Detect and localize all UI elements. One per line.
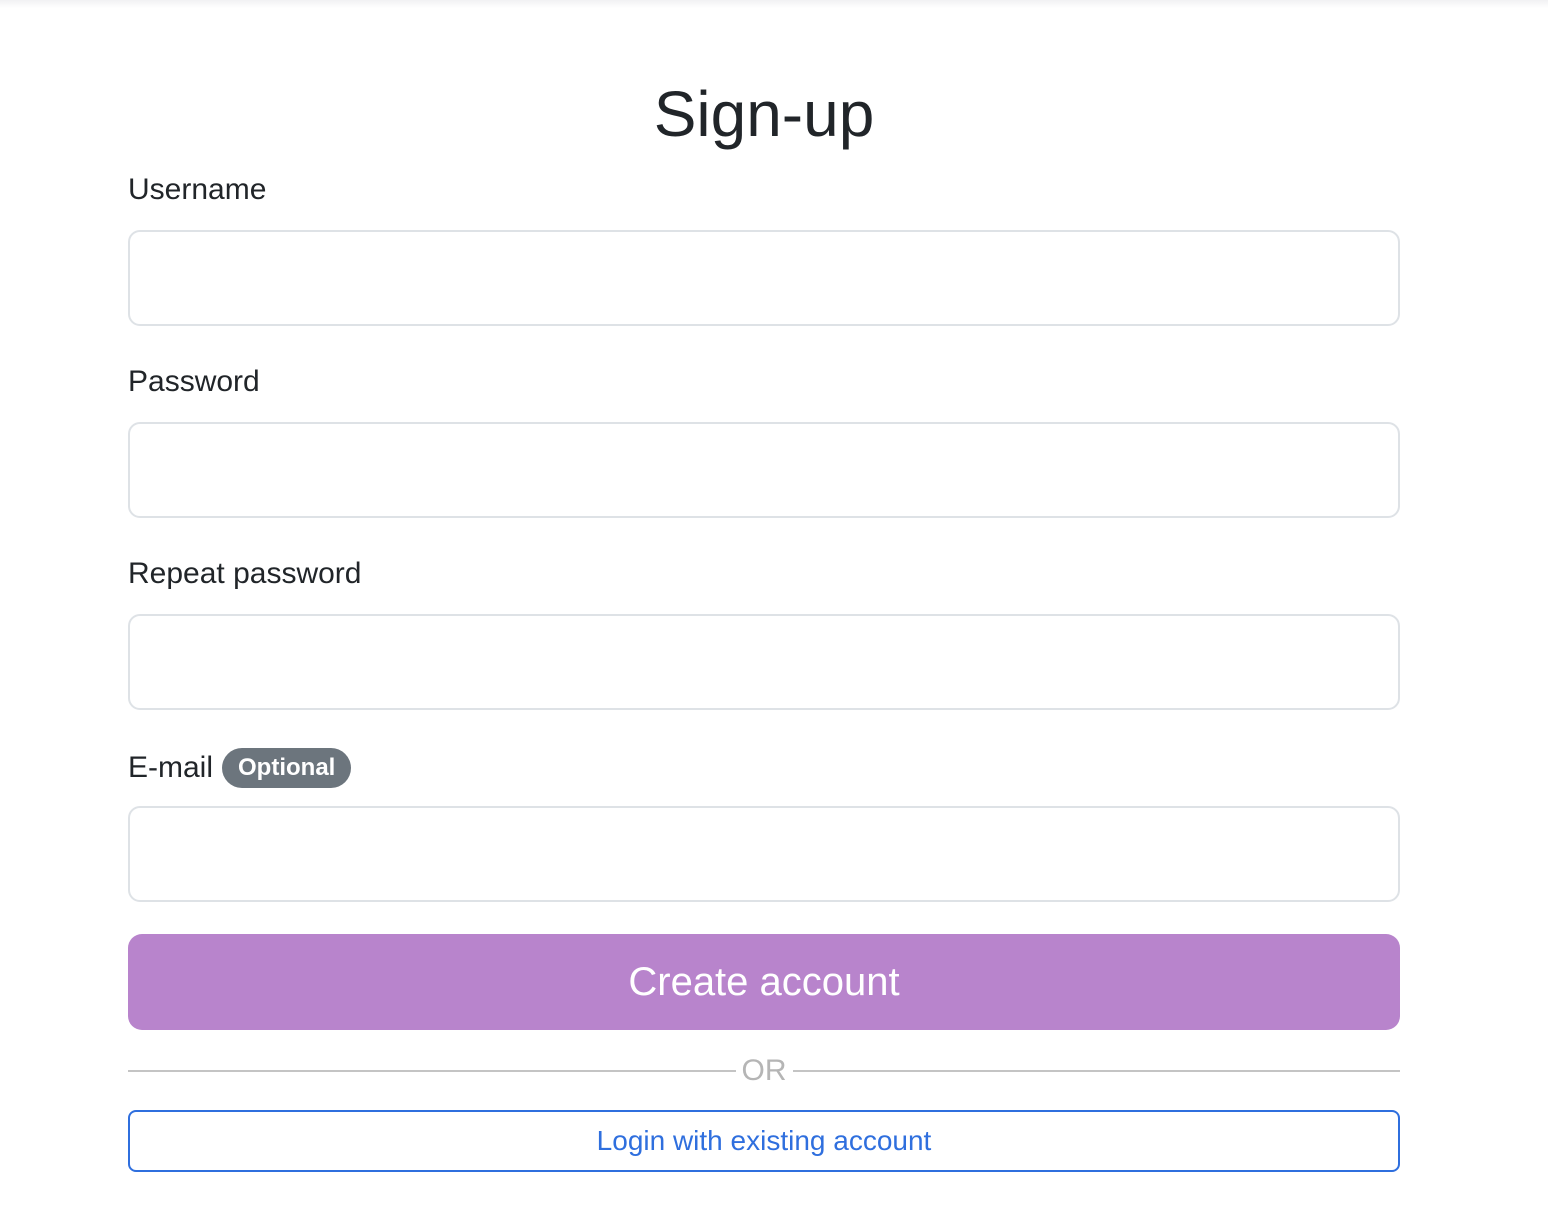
create-account-button[interactable]: Create account bbox=[128, 934, 1400, 1030]
repeat-password-label-text: Repeat password bbox=[128, 557, 362, 590]
divider-label: OR bbox=[741, 1054, 787, 1087]
email-input[interactable] bbox=[128, 806, 1400, 902]
optional-badge: Optional bbox=[222, 748, 352, 788]
repeat-password-label: Repeat password bbox=[128, 556, 361, 592]
username-input[interactable] bbox=[128, 230, 1400, 326]
divider-line-left bbox=[128, 1070, 736, 1072]
repeat-password-input[interactable] bbox=[128, 614, 1400, 710]
signup-page: Sign-up Username Password Repeat passwor… bbox=[0, 0, 1548, 1218]
password-label: Password bbox=[128, 364, 260, 400]
email-label-text: E-mail bbox=[128, 751, 214, 784]
password-input[interactable] bbox=[128, 422, 1400, 518]
password-label-text: Password bbox=[128, 365, 260, 398]
email-label: E-mail Optional bbox=[128, 748, 352, 788]
or-divider: OR bbox=[128, 1052, 1400, 1090]
top-shadow bbox=[0, 0, 1548, 8]
username-label: Username bbox=[128, 172, 266, 208]
login-existing-account-button[interactable]: Login with existing account bbox=[128, 1110, 1400, 1172]
username-label-text: Username bbox=[128, 173, 267, 206]
page-title: Sign-up bbox=[653, 78, 875, 150]
divider-line-right bbox=[792, 1070, 1400, 1072]
